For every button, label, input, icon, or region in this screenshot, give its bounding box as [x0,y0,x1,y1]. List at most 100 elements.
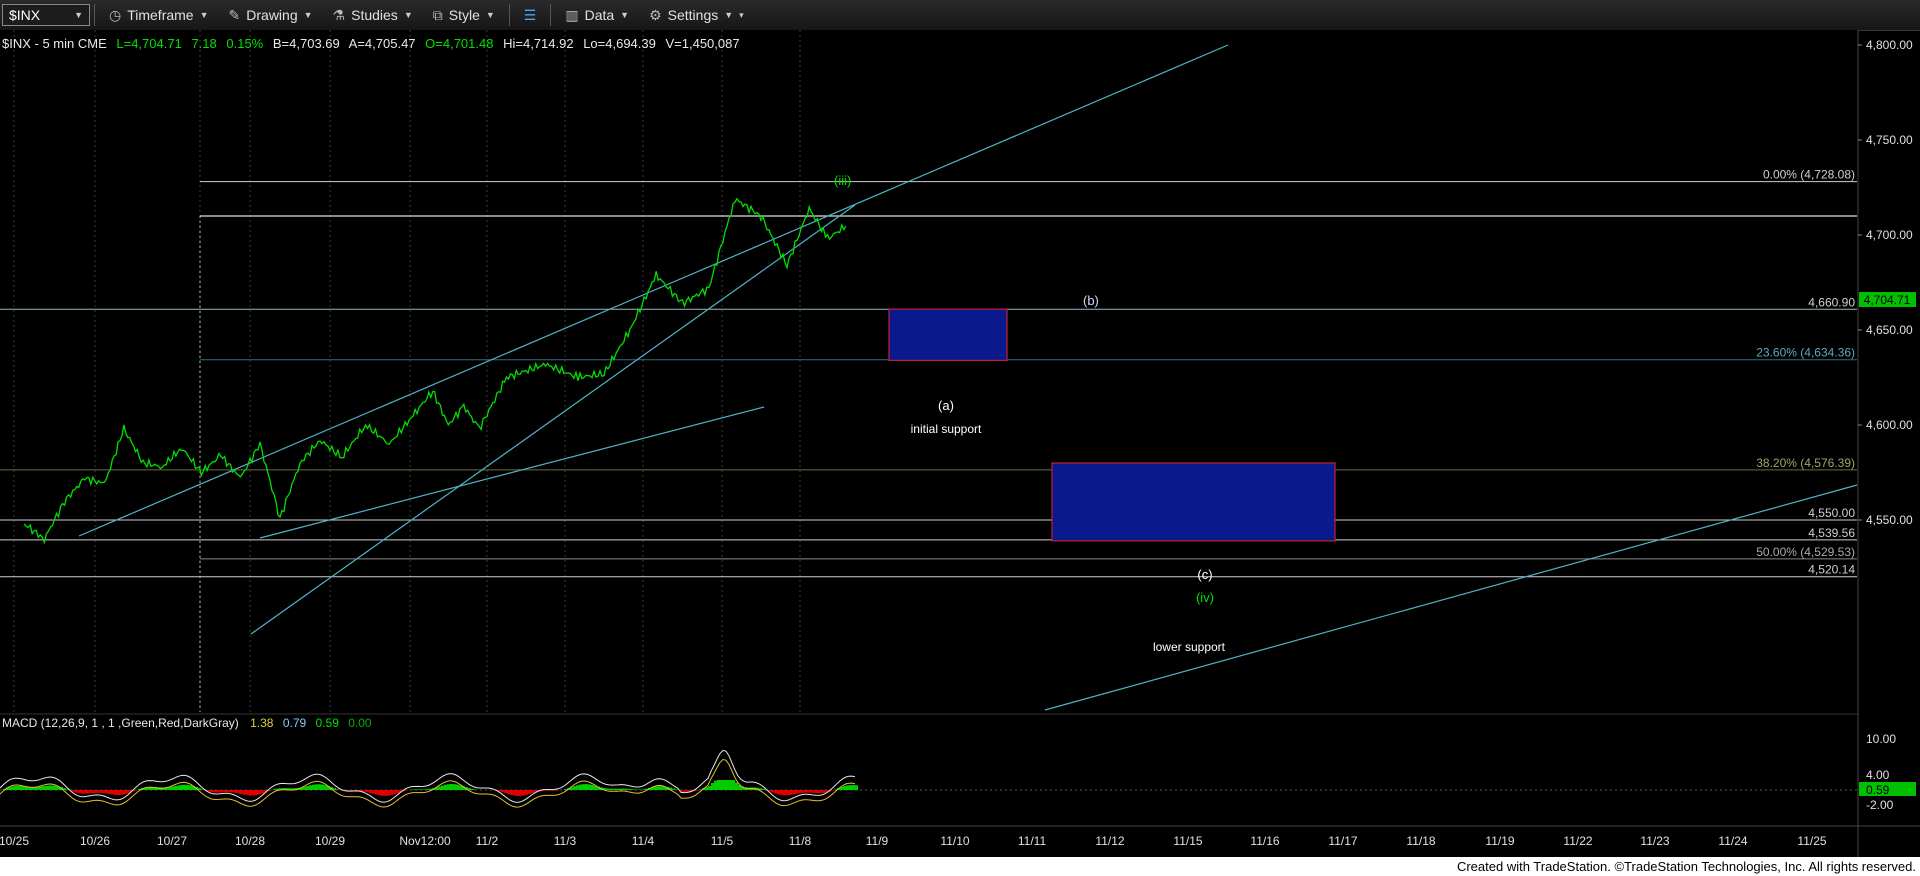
macd-bar [420,789,423,790]
time-tick-label-5: Nov12:00 [399,834,451,848]
macd-bar [453,784,456,790]
timeframe-button[interactable]: ◷ Timeframe ▼ [99,0,219,30]
macd-bar [231,790,234,793]
macd-bar [729,780,732,790]
macd-bar [531,790,534,794]
macd-bar [15,785,18,790]
macd-bar [93,790,96,793]
price-axis[interactable]: 4,800.00 4,750.00 4,700.00 4,650.00 4,600.00… [1858,38,1913,527]
macd-bar [471,788,474,790]
studies-button[interactable]: ⚗ Studies ▼ [323,0,423,30]
layout-button[interactable]: ☰ [514,0,547,30]
bar-chart-icon: ▥ [565,6,579,23]
macd-bar [225,790,228,793]
macd-bar [510,790,513,796]
layout-icon: ☰ [523,6,537,23]
wave-label-iv: (iv) [1196,590,1214,605]
macd-bar [381,790,384,796]
settings-button[interactable]: ⚙ Settings ▼ ▾ [639,0,754,30]
macd-bar [72,790,75,792]
drawing-button[interactable]: ✎ Drawing ▼ [219,0,323,30]
macd-bar [219,790,222,793]
macd-label: MACD (12,26,9, 1 , 1 ,Green,Red,DarkGray… [2,716,239,730]
macd-bar [819,790,822,794]
macd-bar [363,790,366,792]
macd-bar [675,789,678,790]
macd-bar [117,790,120,795]
macd-bar [720,780,723,790]
pencil-icon: ✎ [228,6,241,23]
macd-bar [774,790,777,794]
macd-bar [576,785,579,790]
lower-support-label: lower support [1153,640,1226,654]
macd-bar [126,790,129,794]
price-chart[interactable]: (iii) (b) (a) initial support (c) (iv) l… [0,30,1920,857]
time-tick-label-14: 11/12 [1095,834,1124,848]
macd-bar [615,788,618,790]
wave-label-b: (b) [1083,293,1099,308]
macd-bar [96,790,99,793]
macd-value-3: 0.59 [316,716,340,730]
footer-credit: Created with TradeStation. ©TradeStation… [0,857,1920,876]
macd-bar [711,783,714,790]
wave-label-a: (a) [938,398,954,413]
macd-bar [546,790,549,791]
macd-bar [258,790,261,795]
initial-support-box[interactable] [888,308,1008,362]
time-tick-label-3: 10/28 [235,834,265,848]
macd-bar [99,790,102,793]
macd-bar [189,785,192,790]
macd-bar [582,784,585,790]
macd-bar [708,786,711,790]
macd-bar [39,786,42,790]
macd-bar [252,790,255,796]
macd-bar [792,790,795,795]
chevron-down-icon: ▼ [199,10,209,20]
status-volume: V=1,450,087 [665,36,739,51]
time-tick-label-1: 10/26 [80,834,110,848]
macd-bar [249,790,252,796]
studies-label: Studies [351,7,398,23]
macd-bar [456,784,459,790]
macd-bar [396,790,399,794]
status-open: O=4,701.48 [425,36,493,51]
time-tick-label-4: 10/29 [315,834,345,848]
macd-bar [780,790,783,796]
data-button[interactable]: ▥ Data ▼ [555,0,639,30]
macd-bar [630,789,633,790]
symbol-selector[interactable]: $INX ▼ [2,4,90,26]
macd-bar [783,790,786,796]
macd-bar [627,788,630,790]
macd-panel [0,749,1858,808]
macd-tick-label-1: 4.00 [1866,768,1890,782]
lower-support-box[interactable] [1051,462,1336,542]
macd-bar [108,790,111,794]
level-label-2: 23.60% (4,634.36) [1756,346,1855,360]
macd-bar [846,785,849,790]
gear-icon: ⚙ [649,6,662,23]
time-tick-label-23: 11/25 [1797,834,1826,848]
time-axis[interactable]: 10/25 10/26 10/27 10/28 10/29 Nov12:00 11/2 11/… [0,834,1827,848]
macd-bar [273,789,276,790]
settings-label: Settings [667,7,719,23]
macd-bar [609,788,612,790]
drawing-label: Drawing [246,7,298,23]
macd-bar [444,784,447,790]
macd-bar [312,784,315,790]
macd-bar [633,789,636,790]
macd-bar [387,790,390,796]
macd-bar [255,790,258,796]
status-symbol: $INX - 5 min CME [2,36,107,51]
chevron-down-icon: ▼ [403,10,413,20]
time-tick-label-13: 11/11 [1018,834,1047,848]
style-icon: ⧉ [432,6,443,23]
style-button[interactable]: ⧉ Style ▼ [423,0,505,30]
macd-bar [120,790,123,795]
clock-icon: ◷ [109,6,122,23]
macd-tick-label-0: 10.00 [1866,732,1896,746]
symbol-label: $INX [9,7,41,23]
macd-bar [414,789,417,790]
macd-bar [552,790,555,791]
macd-bar [771,790,774,793]
macd-bar [105,790,108,794]
